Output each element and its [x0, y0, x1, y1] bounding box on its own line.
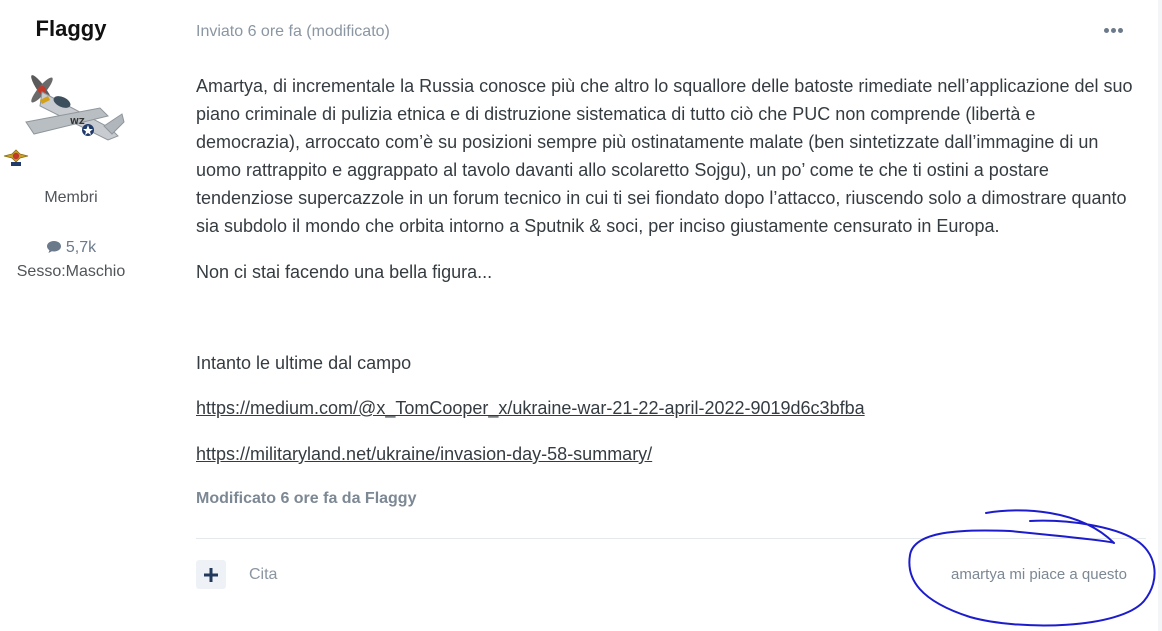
plus-icon: [204, 567, 218, 582]
more-options-button[interactable]: [1098, 20, 1128, 40]
member-group: Membri: [44, 189, 98, 206]
post-count: 5,7k: [0, 239, 142, 257]
multiquote-add-button[interactable]: [196, 560, 226, 589]
footer-divider: [196, 538, 1146, 539]
post-count-value: 5,7k: [65, 239, 97, 256]
forum-post: Flaggy WZ Membri 5,7k Sesso:Maschio Invi…: [0, 0, 1162, 631]
ellipsis-dot: [1117, 27, 1123, 33]
post-timestamp[interactable]: Inviato 6 ore fa (modificato): [196, 23, 390, 41]
rank-badge-icon: [3, 149, 29, 166]
author-name[interactable]: Flaggy: [0, 16, 142, 42]
external-link-medium[interactable]: https://medium.com/@x_TomCooper_x/ukrain…: [196, 394, 865, 422]
svg-text:WZ: WZ: [70, 117, 85, 126]
ellipsis-icon: [1103, 27, 1109, 33]
ellipsis-dot: [1110, 27, 1116, 33]
post-paragraph: Intanto le ultime dal campo: [196, 353, 412, 373]
post-paragraph: Amartya, di incrementale la Russia conos…: [196, 76, 1133, 236]
reaction-summary[interactable]: amartya mi piace a questo: [951, 566, 1127, 583]
post-paragraph: Non ci stai facendo una bella figura...: [196, 262, 493, 282]
quote-button[interactable]: Cita: [249, 566, 277, 584]
gender-field: Sesso:Maschio: [16, 263, 126, 280]
external-link-militaryland[interactable]: https://militaryland.net/ukraine/invasio…: [196, 440, 652, 468]
comment-icon: [46, 241, 61, 253]
scrollbar-track[interactable]: [1158, 0, 1162, 631]
edited-note: Modificato 6 ore fa da Flaggy: [196, 490, 417, 507]
